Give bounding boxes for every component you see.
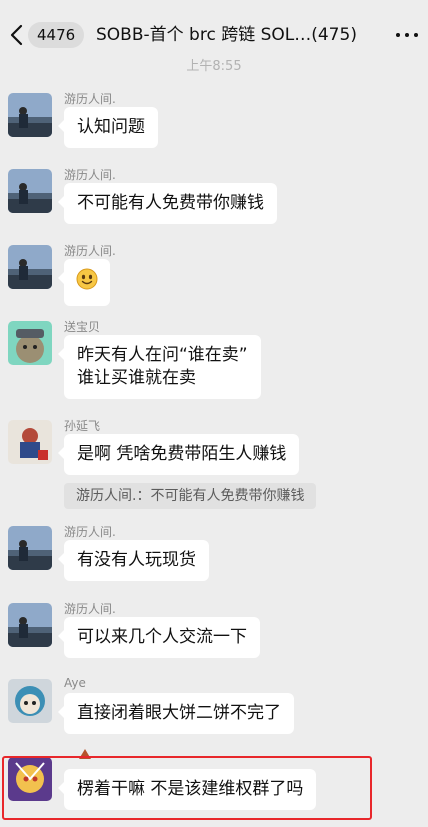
sender-name: 游历人间. bbox=[64, 92, 116, 106]
avatar[interactable] bbox=[8, 603, 52, 647]
message-line: 昨天有人在问“谁在卖” bbox=[77, 345, 248, 365]
message-bubble[interactable]: 不可能有人免费带你赚钱 bbox=[58, 183, 277, 224]
avatar[interactable] bbox=[8, 420, 52, 464]
message-bubble[interactable] bbox=[58, 259, 110, 306]
sender-name: 送宝贝 bbox=[64, 320, 101, 334]
sender-name: 游历人间. bbox=[64, 168, 116, 182]
avatar[interactable] bbox=[8, 169, 52, 213]
smiling-face-emoji-icon bbox=[76, 268, 98, 297]
message-timestamp: 上午8:55 bbox=[186, 59, 242, 74]
back-chevron-icon[interactable] bbox=[8, 22, 26, 48]
message-bubble[interactable]: 认知问题 bbox=[58, 107, 158, 148]
avatar[interactable] bbox=[8, 526, 52, 570]
message-bubble[interactable]: 是啊 凭啥免费带陌生人赚钱 bbox=[57, 434, 300, 475]
sender-name: 游历人间. bbox=[64, 602, 116, 616]
sender-name: 孙延飞 bbox=[64, 419, 101, 433]
avatar[interactable] bbox=[8, 245, 52, 289]
sender-name: 游历人间. bbox=[64, 244, 116, 258]
sender-name: 游历人间. bbox=[64, 525, 116, 539]
highlight-frame bbox=[2, 756, 372, 820]
more-options-icon[interactable] bbox=[396, 26, 418, 44]
message-bubble[interactable]: 直接闭着眼大饼二饼不完了 bbox=[58, 693, 294, 734]
message-line: 谁让买谁就在卖 bbox=[77, 368, 196, 388]
avatar[interactable] bbox=[8, 321, 52, 365]
message-bubble[interactable]: 可以来几个人交流一下 bbox=[58, 617, 260, 658]
message-bubble[interactable]: 有没有人玩现货 bbox=[58, 540, 209, 581]
avatar[interactable] bbox=[8, 679, 52, 723]
sender-name: Aye bbox=[64, 676, 86, 690]
avatar[interactable] bbox=[8, 93, 52, 137]
unread-count-badge[interactable]: 4476 bbox=[28, 22, 85, 48]
quoted-message[interactable]: 游历人间.：不可能有人免费带你赚钱 bbox=[64, 483, 317, 509]
message-bubble[interactable]: 昨天有人在问“谁在卖” 谁让买谁就在卖 bbox=[58, 335, 261, 399]
chat-title[interactable]: SOBB-首个 brc 跨链 SOL…(475) bbox=[96, 22, 366, 48]
